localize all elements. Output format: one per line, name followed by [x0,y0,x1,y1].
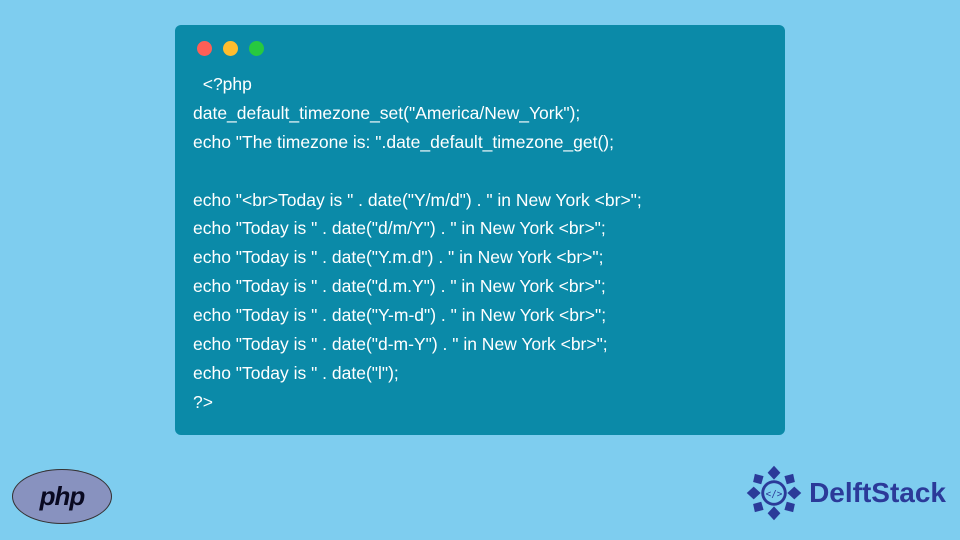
code-line: date_default_timezone_set("America/New_Y… [193,103,580,123]
brand-text: DelftStack [809,477,946,509]
svg-text:</>: </> [766,489,783,500]
maximize-icon [249,41,264,56]
code-line: echo "Today is " . date("l"); [193,363,399,383]
code-line: echo "Today is " . date("Y-m-d") . " in … [193,305,606,325]
code-line: echo "Today is " . date("Y.m.d") . " in … [193,247,603,267]
php-logo: php [12,469,112,524]
code-block: <?php date_default_timezone_set("America… [193,70,767,417]
close-icon [197,41,212,56]
code-line: echo "<br>Today is " . date("Y/m/d") . "… [193,190,642,210]
code-line: echo "Today is " . date("d/m/Y") . " in … [193,218,606,238]
code-line: <?php [193,74,252,94]
code-line: ?> [193,392,213,412]
window-controls [197,41,767,56]
brand-icon: </> [745,464,803,522]
code-window: <?php date_default_timezone_set("America… [175,25,785,435]
php-logo-text: php [40,481,85,512]
minimize-icon [223,41,238,56]
code-line: echo "The timezone is: ".date_default_ti… [193,132,614,152]
code-line: echo "Today is " . date("d-m-Y") . " in … [193,334,608,354]
brand-logo: </> DelftStack [745,464,946,522]
code-line: echo "Today is " . date("d.m.Y") . " in … [193,276,606,296]
